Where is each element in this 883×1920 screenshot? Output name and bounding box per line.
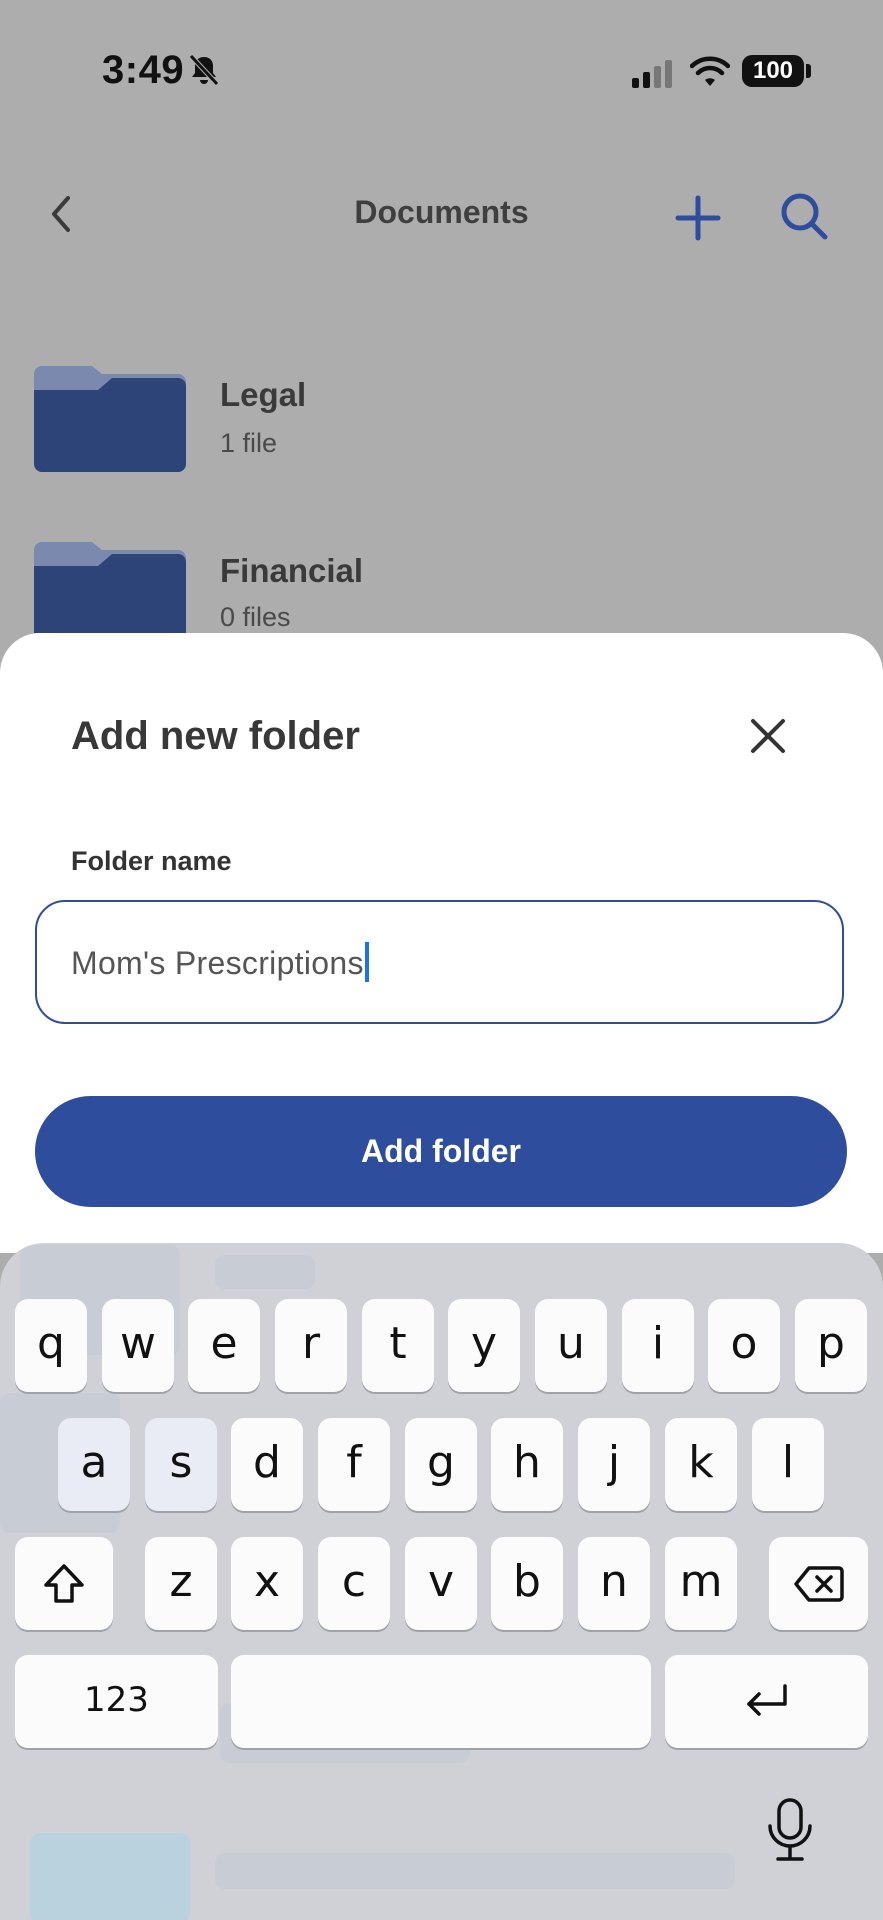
key-q[interactable]: q [15,1299,87,1392]
key-i[interactable]: i [622,1299,694,1392]
key-y[interactable]: y [448,1299,520,1392]
key-h[interactable]: h [491,1418,563,1511]
folder-name-financial[interactable]: Financial [220,552,363,590]
key-m[interactable]: m [665,1537,737,1630]
folder-name-label: Folder name [71,846,232,876]
key-s[interactable]: s [145,1418,217,1511]
battery-indicator: 100 [742,55,804,87]
key-p[interactable]: p [795,1299,867,1392]
status-time: 3:49 [102,48,185,92]
wifi-icon [690,56,730,86]
shift-key[interactable] [15,1537,113,1630]
key-w[interactable]: w [102,1299,174,1392]
key-v[interactable]: v [405,1537,477,1630]
cellular-signal-icon [632,60,672,88]
add-icon[interactable] [674,194,722,242]
key-l[interactable]: l [752,1418,824,1511]
microphone-icon[interactable] [762,1796,818,1864]
folder-icon [34,540,186,633]
backspace-key[interactable] [769,1537,868,1630]
key-n[interactable]: n [578,1537,650,1630]
key-u[interactable]: u [535,1299,607,1392]
key-r[interactable]: r [275,1299,347,1392]
sheet-title: Add new folder [71,714,360,758]
return-key[interactable] [665,1655,868,1748]
key-c[interactable]: c [318,1537,390,1630]
folder-icon [34,364,186,472]
key-x[interactable]: x [231,1537,303,1630]
shift-arrow-icon [44,1564,84,1603]
folder-count-financial: 0 files [220,602,291,632]
key-a[interactable]: a [58,1418,130,1511]
key-t[interactable]: t [362,1299,434,1392]
space-key[interactable] [231,1655,651,1748]
close-icon[interactable] [748,716,788,756]
battery-level: 100 [752,57,794,84]
search-icon[interactable] [778,190,830,242]
add-folder-button[interactable]: Add folder [35,1096,847,1207]
folder-name-value: Mom's Prescriptions [71,945,364,981]
key-k[interactable]: k [665,1418,737,1511]
key-j[interactable]: j [578,1418,650,1511]
text-caret [364,942,369,982]
key-e[interactable]: e [188,1299,260,1392]
backspace-icon [793,1566,844,1602]
silent-bell-icon [189,54,219,86]
key-b[interactable]: b [491,1537,563,1630]
key-f[interactable]: f [318,1418,390,1511]
page-title: Documents [354,194,529,230]
return-arrow-icon [746,1684,787,1716]
folder-count-legal: 1 file [220,428,278,458]
folder-name-input[interactable]: Mom's Prescriptions [35,900,844,1024]
numbers-key[interactable]: 123 [15,1655,218,1748]
key-z[interactable]: z [145,1537,217,1630]
folder-name-legal[interactable]: Legal [220,376,306,414]
key-o[interactable]: o [708,1299,780,1392]
key-d[interactable]: d [231,1418,303,1511]
battery-tip [806,64,811,78]
key-g[interactable]: g [405,1418,477,1511]
